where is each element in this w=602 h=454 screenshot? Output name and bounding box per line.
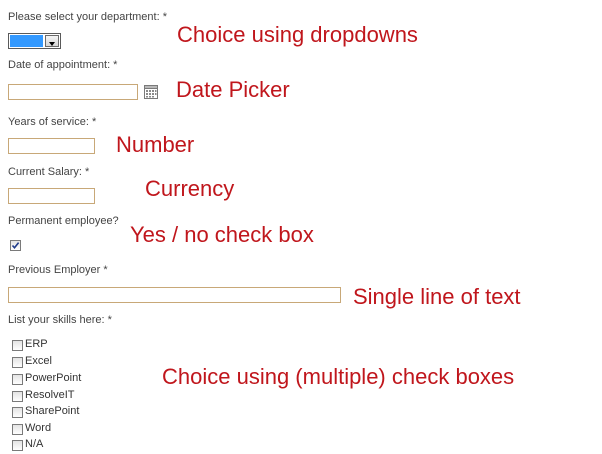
skill-label-na: N/A (25, 438, 44, 450)
skill-label-sharepoint: SharePoint (25, 405, 80, 417)
annotation-multiple-checkboxes: Choice using (multiple) check boxes (162, 364, 515, 389)
skill-checkbox-powerpoint[interactable] (12, 374, 23, 385)
annotation-currency: Currency (145, 176, 235, 201)
annotation-number: Number (116, 132, 195, 157)
annotation-date-picker: Date Picker (176, 77, 290, 102)
salary-input[interactable] (8, 188, 95, 204)
skill-label-resolveit: ResolveIT (25, 389, 75, 401)
skill-label-erp: ERP (25, 338, 48, 350)
skill-checkbox-excel[interactable] (12, 357, 23, 368)
skills-label: List your skills here: * (8, 314, 112, 326)
skill-checkbox-word[interactable] (12, 424, 23, 435)
skill-label-excel: Excel (25, 355, 52, 367)
salary-label: Current Salary: * (8, 166, 90, 178)
calendar-icon[interactable] (144, 85, 158, 99)
permanent-checkbox[interactable] (10, 240, 21, 251)
department-selected-value (10, 35, 43, 47)
permanent-label: Permanent employee? (8, 215, 119, 227)
previous-employer-input[interactable] (8, 287, 341, 303)
skill-checkbox-na[interactable] (12, 440, 23, 451)
annotation-single-line: Single line of text (353, 284, 521, 309)
years-input[interactable] (8, 138, 95, 154)
skill-checkbox-erp[interactable] (12, 340, 23, 351)
skill-checkbox-sharepoint[interactable] (12, 407, 23, 418)
department-label: Please select your department: * (8, 11, 167, 23)
skill-checkbox-resolveit[interactable] (12, 391, 23, 402)
previous-employer-label: Previous Employer * (8, 264, 108, 276)
skill-label-word: Word (25, 422, 52, 434)
checkmark-icon (11, 242, 20, 250)
department-dropdown[interactable] (8, 33, 61, 49)
date-input[interactable] (8, 84, 138, 100)
chevron-down-icon[interactable] (45, 35, 59, 47)
annotation-dropdown: Choice using dropdowns (177, 22, 418, 47)
skill-label-powerpoint: PowerPoint (25, 372, 82, 384)
annotation-yes-no: Yes / no check box (130, 222, 314, 247)
date-label: Date of appointment: * (8, 59, 118, 71)
years-label: Years of service: * (8, 116, 97, 128)
